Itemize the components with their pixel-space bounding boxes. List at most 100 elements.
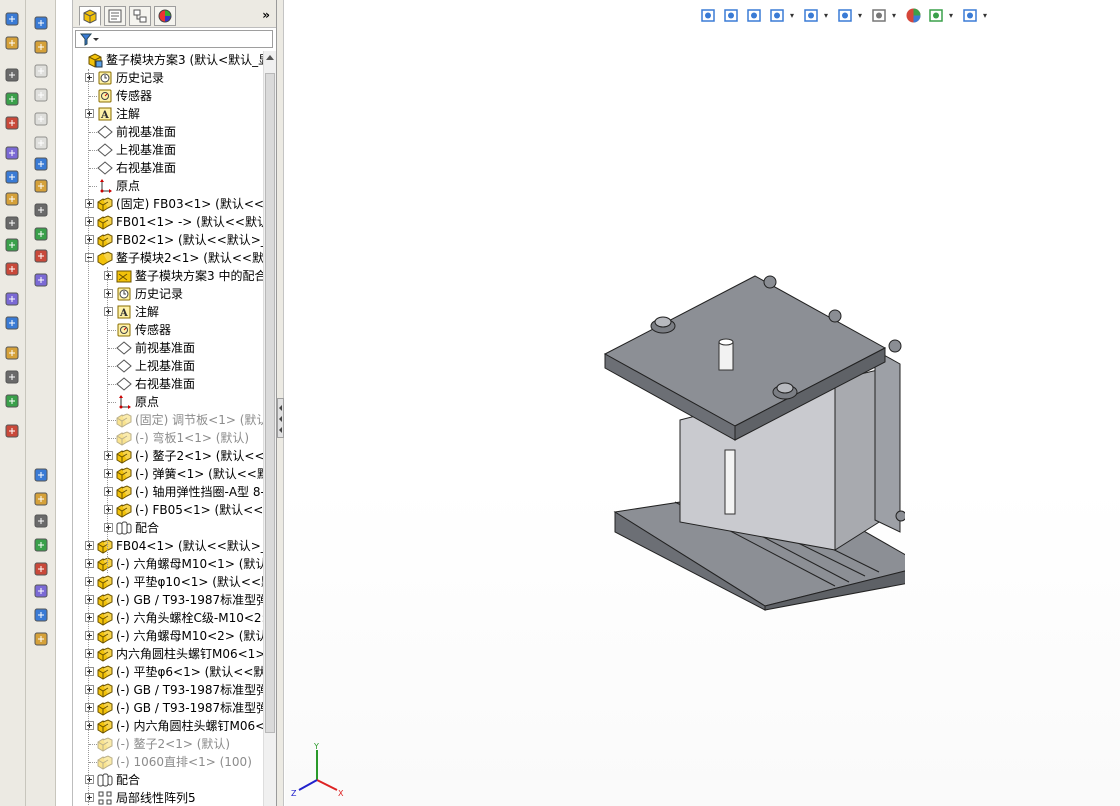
expand-icon[interactable] [85,775,94,784]
dropdown-arrow-icon[interactable]: ▾ [858,11,866,20]
tree-item[interactable]: 传感器 [73,87,263,105]
expand-icon[interactable] [85,613,94,622]
tree-item[interactable]: 配合 [73,771,263,789]
expand-icon[interactable] [85,703,94,712]
expand-icon[interactable] [85,541,94,550]
expand-icon[interactable] [85,793,94,802]
tree-item[interactable]: 历史记录 [73,285,263,303]
tree-item[interactable]: (-) 弯板1<1> (默认) [73,429,263,447]
expand-icon[interactable] [85,631,94,640]
dropdown-arrow-icon[interactable]: ▾ [824,11,832,20]
move-component-icon[interactable] [2,259,22,279]
funnel-icon[interactable] [2,189,22,209]
tree-item[interactable]: FB02<1> (默认<<默认>_外 [73,231,263,249]
mate-icon[interactable] [2,9,22,29]
tree-item[interactable]: 原点 [73,177,263,195]
feature-manager-tab[interactable] [79,6,101,26]
expand-icon[interactable] [85,235,94,244]
section-view-icon[interactable] [767,5,787,25]
tree-item[interactable]: 鳌子模块方案3 (默认<默认_显 [73,51,263,69]
scrollbar-thumb[interactable] [265,73,275,733]
expand-icon[interactable] [104,289,113,298]
tree-item[interactable]: (-) 鳌子2<1> (默认<<默 [73,447,263,465]
tree-item[interactable]: 前视基准面 [73,123,263,141]
expand-icon[interactable] [104,451,113,460]
fillet-icon[interactable] [31,109,51,129]
shell-icon[interactable] [31,133,51,153]
tools-dropdown-icon[interactable] [31,270,51,290]
tree-item[interactable]: (-) 六角头螺栓C级-M10<2: [73,609,263,627]
property-manager-tab[interactable] [104,6,126,26]
more-tabs-button[interactable]: » [262,8,270,22]
dropdown-arrow-icon[interactable]: ▾ [949,11,957,20]
tree-item[interactable]: 原点 [73,393,263,411]
image-tool-icon[interactable] [31,511,51,531]
panel-splitter[interactable] [277,0,284,806]
clock-icon[interactable] [31,224,51,244]
spreadsheet-icon[interactable] [2,343,22,363]
dropdown-arrow-icon[interactable]: ▾ [892,11,900,20]
dropdown-arrow-icon[interactable]: ▾ [790,11,798,20]
expand-icon[interactable] [104,469,113,478]
zoom-icon[interactable] [2,289,22,309]
dropdown-arrow-icon[interactable]: ▾ [983,11,991,20]
tree-item[interactable]: (-) FB05<1> (默认<<默 [73,501,263,519]
expand-icon[interactable] [85,667,94,676]
view-orientation-icon[interactable] [801,5,821,25]
expand-icon[interactable] [85,73,94,82]
world-icon[interactable] [2,113,22,133]
tree-item[interactable]: (固定) 调节板<1> (默认 [73,411,263,429]
expand-icon[interactable] [104,505,113,514]
expand-icon[interactable] [85,109,94,118]
configuration-manager-tab[interactable] [129,6,151,26]
measure-icon[interactable] [2,313,22,333]
previous-view-icon[interactable] [744,5,764,25]
tree-item[interactable]: (-) GB / T93-1987标准型弹 [73,681,263,699]
graphics-area[interactable]: ▾ ▾ ▾ ▾ ▾ ▾ Y X Z [285,0,1120,806]
expand-icon[interactable] [85,685,94,694]
tree-item[interactable]: 前视基准面 [73,339,263,357]
tree-scrollbar[interactable] [263,51,276,806]
report-icon[interactable] [2,421,22,441]
expand-icon[interactable] [104,523,113,532]
tree-item[interactable]: 局部线性阵列5 [73,789,263,806]
tree-item[interactable]: 历史记录 [73,69,263,87]
hide-show-icon[interactable] [869,5,889,25]
expand-icon[interactable] [85,559,94,568]
tree-item[interactable]: (-) 平垫φ10<1> (默认<<默 [73,573,263,591]
weld-icon[interactable] [31,605,51,625]
tree-item[interactable]: (-) 平垫φ6<1> (默认<<默认 [73,663,263,681]
print-icon[interactable] [2,367,22,387]
collapse-panel-handle[interactable] [277,398,284,438]
tree-item[interactable]: 鳌子模块方案3 中的配合 [73,267,263,285]
feature-filter-input[interactable] [75,30,273,48]
tree-item[interactable]: (-) 鳌子2<1> (默认) [73,735,263,753]
hole-icon[interactable] [31,61,51,81]
tree-item[interactable]: A 注解 [73,105,263,123]
scroll-up-arrow-icon[interactable] [266,55,274,60]
expand-icon[interactable] [85,577,94,586]
tree-item[interactable]: 配合 [73,519,263,537]
symbol-icon[interactable] [31,581,51,601]
expand-icon[interactable] [104,271,113,280]
sketch-3d-icon[interactable] [31,13,51,33]
zoom-area-icon[interactable] [721,5,741,25]
expand-icon[interactable] [104,307,113,316]
sketch-icon[interactable] [31,37,51,57]
tree-item[interactable]: 内六角圆柱头螺钉M06<1> [73,645,263,663]
tree-item[interactable]: 传感器 [73,321,263,339]
block-icon[interactable] [31,559,51,579]
location-pin-icon[interactable] [2,213,22,233]
link-icon[interactable] [31,629,51,649]
linear-pattern-icon[interactable] [31,85,51,105]
display-manager-tab[interactable] [154,6,176,26]
tree-item[interactable]: 上视基准面 [73,141,263,159]
text-insert-icon[interactable] [2,391,22,411]
scene-icon[interactable] [926,5,946,25]
tree-item[interactable]: (-) 弹簧<1> (默认<<默 [73,465,263,483]
tree-item[interactable]: (-) GB / T93-1987标准型弹 [73,699,263,717]
expand-icon[interactable] [104,487,113,496]
reference-icon[interactable] [31,176,51,196]
spring-icon[interactable] [2,235,22,255]
tree-item[interactable]: (固定) FB03<1> (默认<<默 [73,195,263,213]
